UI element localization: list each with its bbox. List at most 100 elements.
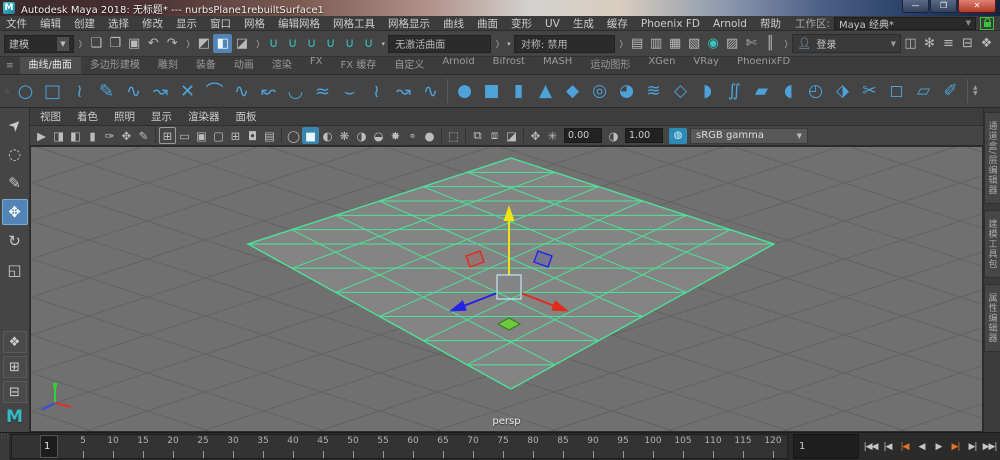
step-forward-key-button[interactable]: ▶| <box>947 435 964 459</box>
menu-编辑[interactable]: 编辑 <box>40 18 61 30</box>
select-camera-icon[interactable]: ▶ <box>33 127 50 144</box>
chevron-down-icon[interactable]: ▾ <box>378 34 388 53</box>
pause-viewport-icon[interactable]: ║ <box>761 34 780 53</box>
exposure-icon[interactable]: ✳ <box>544 127 561 144</box>
depth-of-field-icon[interactable]: ● <box>421 127 438 144</box>
scale-tool[interactable]: ◱ <box>2 257 28 283</box>
frame-tick-10[interactable]: 10 <box>98 435 128 458</box>
anti-alias-icon[interactable]: ⚬ <box>404 127 421 144</box>
step-back-key-button[interactable]: |◀ <box>896 435 913 459</box>
reverse-curve-icon[interactable]: ↝ <box>390 77 417 106</box>
rebuild-surface-icon[interactable]: ▱ <box>910 77 937 106</box>
birail-icon[interactable]: ∬ <box>721 77 748 106</box>
select-hierarchy-icon[interactable]: ◩ <box>194 34 213 53</box>
menu-网格显示[interactable]: 网格显示 <box>388 18 430 30</box>
sidebar-tab-通道盒/层编辑器[interactable]: 通道盒/层编辑器 <box>984 112 1000 204</box>
shelf-tab-VRay[interactable]: VRay <box>684 57 728 74</box>
frame-tick-80[interactable]: 80 <box>518 435 548 458</box>
shelf-tab-PhoenixFD[interactable]: PhoenixFD <box>728 57 799 74</box>
light-editor-icon[interactable]: ▨ <box>723 34 742 53</box>
nurbs-sphere-icon[interactable]: ● <box>451 77 478 106</box>
shadows-icon[interactable]: ◑ <box>353 127 370 144</box>
menu-选择[interactable]: 选择 <box>108 18 129 30</box>
menu-文件[interactable]: 文件 <box>6 18 27 30</box>
menu-网格工具[interactable]: 网格工具 <box>333 18 375 30</box>
safe-title-icon[interactable]: ▤ <box>261 127 278 144</box>
use-all-lights-icon[interactable]: ❋ <box>336 127 353 144</box>
lock-camera-icon[interactable]: ◨ <box>50 127 67 144</box>
plugin-shading-icon[interactable]: ✥ <box>527 127 544 144</box>
menu-Phoenix FD[interactable]: Phoenix FD <box>641 18 700 30</box>
modeling-toolkit-toggle-icon[interactable]: ◫ <box>901 34 920 53</box>
attach-curves-icon[interactable]: ∿ <box>228 77 255 106</box>
group-divider[interactable]: ❭ <box>254 35 261 53</box>
render-settings-icon[interactable]: ▧ <box>685 34 704 53</box>
current-frame-field[interactable]: 1 <box>793 434 859 459</box>
arc-tool-icon[interactable]: ⌒ <box>201 77 228 106</box>
contrast-field[interactable]: 1.00 <box>625 128 663 143</box>
shelf-scroll-arrows[interactable]: ▲▼ <box>973 85 978 97</box>
shelf-tab-动画[interactable]: 动画 <box>225 57 263 74</box>
rebuild-curve-icon[interactable]: ∿ <box>417 77 444 106</box>
menu-创建[interactable]: 创建 <box>74 18 95 30</box>
play-forwards-button[interactable]: ▶ <box>930 435 947 459</box>
menu-缓存[interactable]: 缓存 <box>607 18 628 30</box>
frame-tick-60[interactable]: 60 <box>398 435 428 458</box>
frame-tick-55[interactable]: 55 <box>368 435 398 458</box>
menu-set-selector[interactable]: 建模 ▼ <box>4 35 74 53</box>
pencil-curve-tool-icon[interactable]: ✎ <box>93 77 120 106</box>
frame-tick-100[interactable]: 100 <box>638 435 668 458</box>
detach-curves-icon[interactable]: ↜ <box>255 77 282 106</box>
film-gate-icon[interactable]: ▭ <box>176 127 193 144</box>
loft-icon[interactable]: ≋ <box>640 77 667 106</box>
rotate-tool[interactable]: ↻ <box>2 228 28 254</box>
offset-curve-icon[interactable]: ≀ <box>363 77 390 106</box>
frame-tick-20[interactable]: 20 <box>158 435 188 458</box>
select-component-icon[interactable]: ◪ <box>232 34 251 53</box>
panel-menu-照明[interactable]: 照明 <box>114 111 135 123</box>
shelf-tab-曲线/曲面[interactable]: 曲线/曲面 <box>20 57 81 74</box>
frame-tick-45[interactable]: 45 <box>308 435 338 458</box>
field-chart-icon[interactable]: ⊞ <box>227 127 244 144</box>
login-dropdown[interactable]: 👤︎ 登录 ▼ <box>792 34 901 53</box>
nurbs-cylinder-icon[interactable]: ▮ <box>505 77 532 106</box>
sidebar-tab-属性编辑器[interactable]: 属性编辑器 <box>984 284 1000 352</box>
project-curve-icon[interactable]: ⬗ <box>829 77 856 106</box>
nurbs-cube-icon[interactable]: ■ <box>478 77 505 106</box>
xray-joints-icon[interactable]: ⧈ <box>486 127 503 144</box>
menu-网格[interactable]: 网格 <box>244 18 265 30</box>
chevron-down-icon[interactable]: ▾ <box>504 34 514 53</box>
menu-编辑网格[interactable]: 编辑网格 <box>278 18 320 30</box>
frame-tick-85[interactable]: 85 <box>548 435 578 458</box>
frame-tick-65[interactable]: 65 <box>428 435 458 458</box>
cv-curve-tool-icon[interactable]: ≀ <box>66 77 93 106</box>
extend-curve-icon[interactable]: ⌣ <box>336 77 363 106</box>
character-controls-icon[interactable]: ✻ <box>920 34 939 53</box>
group-divider[interactable]: ❭ <box>618 35 625 53</box>
wireframe-on-shaded-icon[interactable]: ◪ <box>503 127 520 144</box>
frame-tick-110[interactable]: 110 <box>698 435 728 458</box>
shelf-tab-Bifrost[interactable]: Bifrost <box>484 57 534 74</box>
render-frame-icon[interactable]: ▤ <box>628 34 647 53</box>
render-sequence-icon[interactable]: ▦ <box>666 34 685 53</box>
panel-menu-着色[interactable]: 着色 <box>77 111 98 123</box>
isolate-select-icon[interactable]: ⬚ <box>445 127 462 144</box>
frame-tick-120[interactable]: 120 <box>758 435 788 458</box>
menu-生成[interactable]: 生成 <box>573 18 594 30</box>
extrude-icon[interactable]: ◗ <box>694 77 721 106</box>
nurbs-torus-icon[interactable]: ◎ <box>586 77 613 106</box>
undo-icon[interactable]: ↶ <box>144 34 163 53</box>
planar-icon[interactable]: ◇ <box>667 77 694 106</box>
lasso-select-tool[interactable]: ◌ <box>2 141 28 167</box>
sculpt-tool-icon[interactable]: ✐ <box>937 77 964 106</box>
attribute-editor-toggle-icon[interactable]: ⊟ <box>958 34 977 53</box>
shelf-tab-运动图形[interactable]: 运动图形 <box>581 57 639 74</box>
paint-effects-icon[interactable]: ✄ <box>742 34 761 53</box>
fillet-curve-icon[interactable]: ◡ <box>282 77 309 106</box>
snap-view-plane-icon[interactable]: ∪ <box>340 34 359 53</box>
safe-action-icon[interactable]: ◘ <box>244 127 261 144</box>
ep-curve-tool-icon[interactable]: ∿ <box>120 77 147 106</box>
frame-tick-105[interactable]: 105 <box>668 435 698 458</box>
panel-menu-显示[interactable]: 显示 <box>151 111 172 123</box>
shelf-menu-icon[interactable]: ≡ <box>6 61 14 71</box>
